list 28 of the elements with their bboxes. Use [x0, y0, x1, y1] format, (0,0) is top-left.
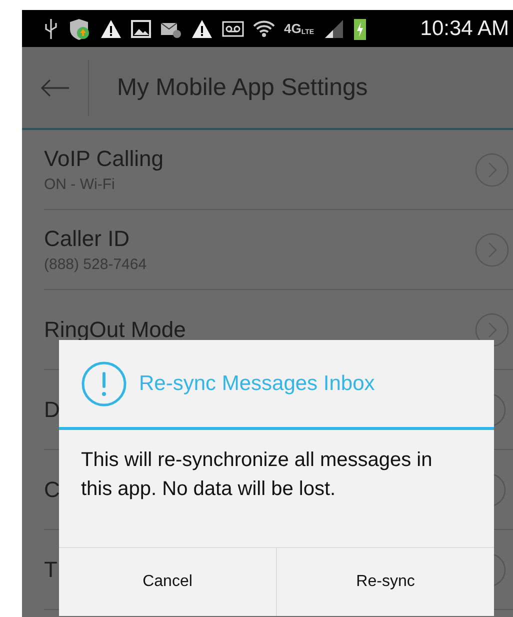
- usb-icon: [44, 18, 58, 40]
- warning-icon: [191, 18, 213, 38]
- back-arrow-icon: [40, 78, 70, 98]
- dialog-button[interactable]: Cancel: [59, 548, 277, 616]
- dialog-button[interactable]: Re-sync: [277, 548, 494, 616]
- setting-title: D: [44, 396, 60, 422]
- status-time: 10:34 AM: [420, 16, 509, 40]
- signal-icon: [323, 18, 346, 38]
- shield-icon: [67, 16, 91, 40]
- voicemail-icon: [222, 20, 244, 36]
- setting-title: RingOut Mode: [44, 316, 186, 342]
- dialog-title: Re-sync Messages Inbox: [139, 372, 375, 396]
- warning-icon: [100, 18, 122, 38]
- chevron-circle-icon: [475, 312, 509, 346]
- setting-title: C: [44, 476, 60, 502]
- circle-arc-icon: [491, 472, 506, 506]
- setting-title: Caller ID: [44, 226, 131, 252]
- dialog-message: This will re-synchronize all messages in this app. No data will be lost.: [81, 448, 434, 502]
- exclamation-circle-icon: [81, 360, 127, 406]
- circle-arc-icon: [491, 392, 506, 426]
- circle-arc-icon: [491, 552, 506, 586]
- screen-title: My Mobile App Settings: [117, 74, 368, 102]
- setting-title: VoIP Calling: [44, 146, 164, 172]
- setting-title: T: [44, 556, 58, 582]
- image-icon: [131, 20, 151, 38]
- mail-icon: [160, 20, 182, 38]
- wifi-icon: [253, 20, 275, 38]
- battery-icon: [354, 18, 366, 40]
